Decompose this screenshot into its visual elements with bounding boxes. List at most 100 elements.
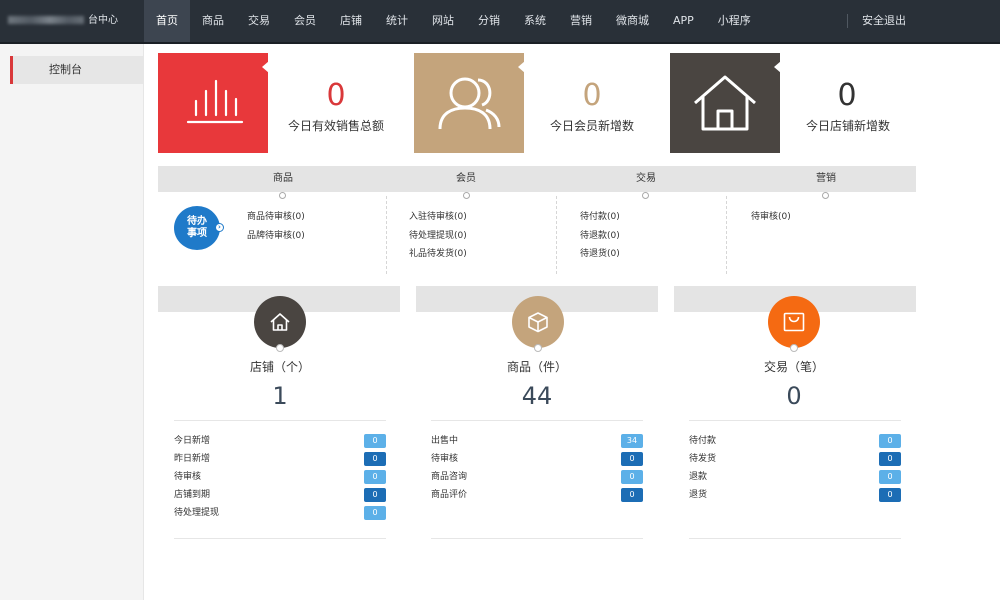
todo-item[interactable]: 礼品待发货(0) xyxy=(409,245,467,264)
nav-item-stats[interactable]: 统计 xyxy=(374,0,420,42)
row-label: 待发货 xyxy=(689,454,717,464)
nav-item-mini-program[interactable]: 小程序 xyxy=(706,0,763,42)
brand-suffix: 台中心 xyxy=(88,15,118,26)
row-label: 今日新增 xyxy=(174,436,211,446)
trades-card-circle xyxy=(768,296,820,352)
bar-chart-icon xyxy=(186,79,244,124)
todo-badge[interactable]: 待办事项 › xyxy=(174,206,224,250)
nav-item-home[interactable]: 首页 xyxy=(144,0,190,42)
nav-item-micro-mall[interactable]: 微商城 xyxy=(604,0,661,42)
todo-pin xyxy=(463,192,470,199)
row-label: 商品咨询 xyxy=(431,472,468,482)
row-count-badge: 0 xyxy=(364,434,386,448)
goods-row-pending-review[interactable]: 待审核 0 xyxy=(431,450,643,468)
circle-pin xyxy=(790,344,798,352)
row-count-badge: 0 xyxy=(364,506,386,520)
trades-card-value: 0 xyxy=(786,382,802,410)
nav-item-website[interactable]: 网站 xyxy=(420,0,466,42)
todo-col-title-marketing: 营销 xyxy=(816,173,836,184)
row-count-badge: 0 xyxy=(364,470,386,484)
todo-divider xyxy=(556,196,557,274)
row-count-badge: 0 xyxy=(621,488,643,502)
shopping-bag-icon xyxy=(783,312,805,332)
shops-row-withdrawals[interactable]: 待处理提现 0 xyxy=(174,504,386,522)
shop-icon xyxy=(270,313,290,331)
trades-row-returns[interactable]: 退货 0 xyxy=(689,486,901,504)
trades-card-title: 交易（笔） xyxy=(763,360,824,374)
logout-link[interactable]: 安全退出 xyxy=(862,0,906,42)
sidebar: 控制台 xyxy=(0,44,144,600)
row-label: 退货 xyxy=(689,490,708,500)
nav-item-shop[interactable]: 店铺 xyxy=(328,0,374,42)
nav-item-member[interactable]: 会员 xyxy=(282,0,328,42)
todo-pin xyxy=(822,192,829,199)
nav-item-distribution[interactable]: 分销 xyxy=(466,0,512,42)
shops-stat-label: 今日店铺新增数 xyxy=(805,119,890,133)
todo-col-title-trade: 交易 xyxy=(636,173,656,184)
todo-item[interactable]: 待处理提现(0) xyxy=(409,227,467,246)
circle-pin xyxy=(534,344,542,352)
todo-divider xyxy=(386,196,387,274)
nav-item-marketing[interactable]: 营销 xyxy=(558,0,604,42)
nav-item-trade[interactable]: 交易 xyxy=(236,0,282,42)
todo-item[interactable]: 品牌待审核(0) xyxy=(247,227,305,246)
row-label: 出售中 xyxy=(431,436,459,446)
shops-stat-tile xyxy=(670,53,781,153)
row-count-badge: 34 xyxy=(621,434,643,448)
sales-stat-tile xyxy=(158,53,269,153)
row-count-badge: 0 xyxy=(879,434,901,448)
card-divider xyxy=(174,420,386,421)
shops-row-expiring[interactable]: 店铺到期 0 xyxy=(174,486,386,504)
todo-list-goods: 商品待审核(0) 品牌待审核(0) xyxy=(247,208,305,245)
trades-row-refunds[interactable]: 退款 0 xyxy=(689,468,901,486)
members-stat-label: 今日会员新增数 xyxy=(549,119,634,133)
trades-row-unpaid[interactable]: 待付款 0 xyxy=(689,432,901,450)
box-icon xyxy=(528,312,548,333)
nav-item-goods[interactable]: 商品 xyxy=(190,0,236,42)
brand-logo[interactable]: 台中心 xyxy=(8,0,140,42)
tile-notch xyxy=(518,61,525,73)
shops-row-yesterday-new[interactable]: 昨日新增 0 xyxy=(174,450,386,468)
shops-row-pending-review[interactable]: 待审核 0 xyxy=(174,468,386,486)
todo-item[interactable]: 商品待审核(0) xyxy=(247,208,305,227)
sales-stat-value: 0 xyxy=(326,78,346,113)
shops-row-today-new[interactable]: 今日新增 0 xyxy=(174,432,386,450)
shops-stat-value: 0 xyxy=(837,78,857,113)
todo-list-member: 入驻待审核(0) 待处理提现(0) 礼品待发货(0) xyxy=(409,208,467,264)
row-label: 昨日新增 xyxy=(174,454,211,464)
row-label: 退款 xyxy=(689,472,708,482)
shops-card-title: 店铺（个） xyxy=(249,360,310,374)
todo-item[interactable]: 待退款(0) xyxy=(580,227,620,246)
card-divider xyxy=(689,420,901,421)
members-stat-tile xyxy=(414,53,525,153)
nav-divider xyxy=(847,14,848,28)
todo-item[interactable]: 待退货(0) xyxy=(580,245,620,264)
todo-pin xyxy=(279,192,286,199)
card-divider xyxy=(174,538,386,539)
sidebar-item-console[interactable]: 控制台 xyxy=(10,56,143,84)
row-count-badge: 0 xyxy=(621,470,643,484)
row-label: 待处理提现 xyxy=(174,508,220,518)
row-count-badge: 0 xyxy=(621,452,643,466)
todo-item[interactable]: 待付款(0) xyxy=(580,208,620,227)
shops-card-circle xyxy=(254,296,306,352)
trades-row-unshipped[interactable]: 待发货 0 xyxy=(689,450,901,468)
members-stat-value: 0 xyxy=(582,78,602,113)
circle-pin xyxy=(276,344,284,352)
todo-list-marketing: 待审核(0) xyxy=(751,208,791,227)
goods-card-value: 44 xyxy=(521,382,553,410)
todo-item[interactable]: 待审核(0) xyxy=(751,208,791,227)
todo-list-trade: 待付款(0) 待退款(0) 待退货(0) xyxy=(580,208,620,264)
nav-item-system[interactable]: 系统 xyxy=(512,0,558,42)
todo-pin xyxy=(642,192,649,199)
goods-row-reviews[interactable]: 商品评价 0 xyxy=(431,486,643,504)
todo-badge-label: 待办事项 xyxy=(187,216,207,239)
sales-stat-label: 今日有效销售总额 xyxy=(287,119,384,133)
todo-item[interactable]: 入驻待审核(0) xyxy=(409,208,467,227)
tile-notch xyxy=(774,61,781,73)
goods-row-inquiries[interactable]: 商品咨询 0 xyxy=(431,468,643,486)
goods-row-on-sale[interactable]: 出售中 34 xyxy=(431,432,643,450)
nav-item-app[interactable]: APP xyxy=(661,0,706,42)
brand-name-blurred xyxy=(8,16,84,24)
row-count-badge: 0 xyxy=(364,452,386,466)
